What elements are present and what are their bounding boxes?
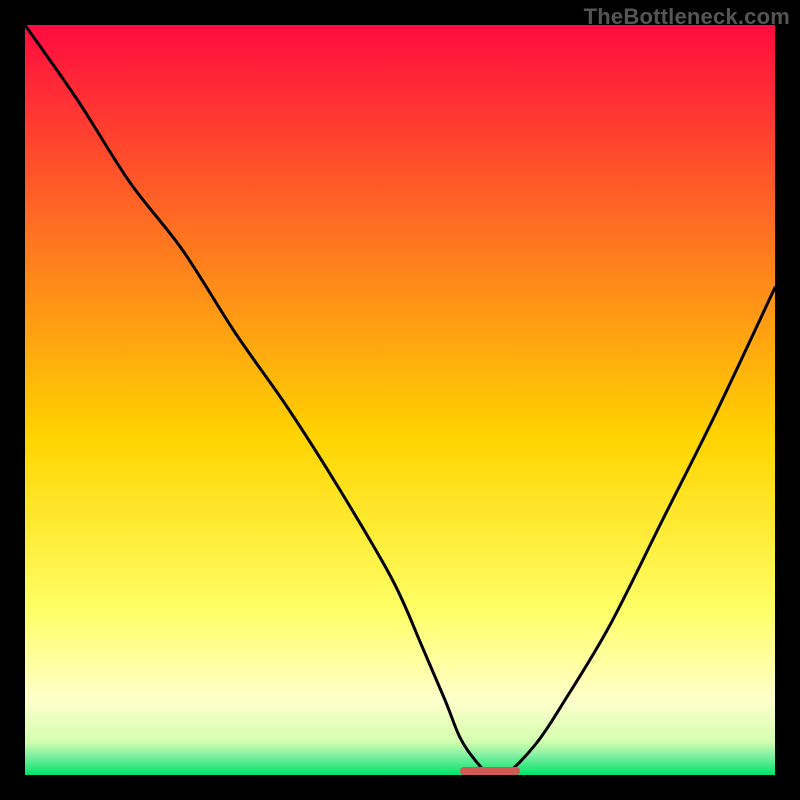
chart-container: TheBottleneck.com: [0, 0, 800, 800]
optimal-marker: [460, 767, 520, 775]
gradient-background: [25, 25, 775, 775]
bottleneck-chart: [25, 25, 775, 775]
watermark-text: TheBottleneck.com: [584, 4, 790, 30]
plot-area: [25, 25, 775, 775]
